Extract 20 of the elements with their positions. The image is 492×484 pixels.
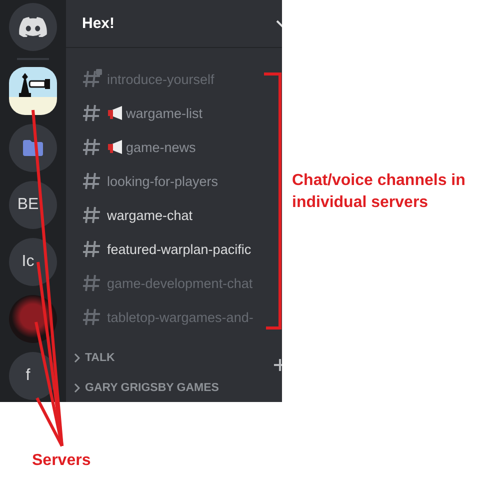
channel-item[interactable]: game-development-chat (66, 266, 282, 300)
channel-item[interactable]: wargame-list (66, 96, 282, 130)
server-icon[interactable]: BE (9, 181, 57, 229)
annotation-text: Chat/voice channels in individual servers (292, 171, 466, 213)
channel-item[interactable]: game-news (66, 130, 282, 164)
channel-category[interactable]: TALK (66, 348, 282, 368)
channel-category[interactable]: GARY GRIGSBY GAMES (66, 378, 282, 398)
channel-item[interactable]: tabletop-wargames-and- (66, 300, 282, 334)
annotation-text: Servers (32, 451, 91, 471)
chevron-right-icon (74, 383, 80, 393)
channel-item[interactable]: featured-warplan-pacific (66, 232, 282, 266)
server-name: Hex! (82, 15, 115, 32)
controller-face-icon (19, 17, 47, 37)
home-button[interactable] (9, 3, 57, 51)
server-icon[interactable]: Ic (9, 238, 57, 286)
channel-item[interactable]: introduce-yourself (66, 62, 282, 96)
channel-item[interactable]: looking-for-players (66, 164, 282, 198)
server-header[interactable]: Hex! (66, 0, 282, 48)
channel-item[interactable]: wargame-chat (66, 198, 282, 232)
chevron-right-icon (74, 353, 80, 363)
